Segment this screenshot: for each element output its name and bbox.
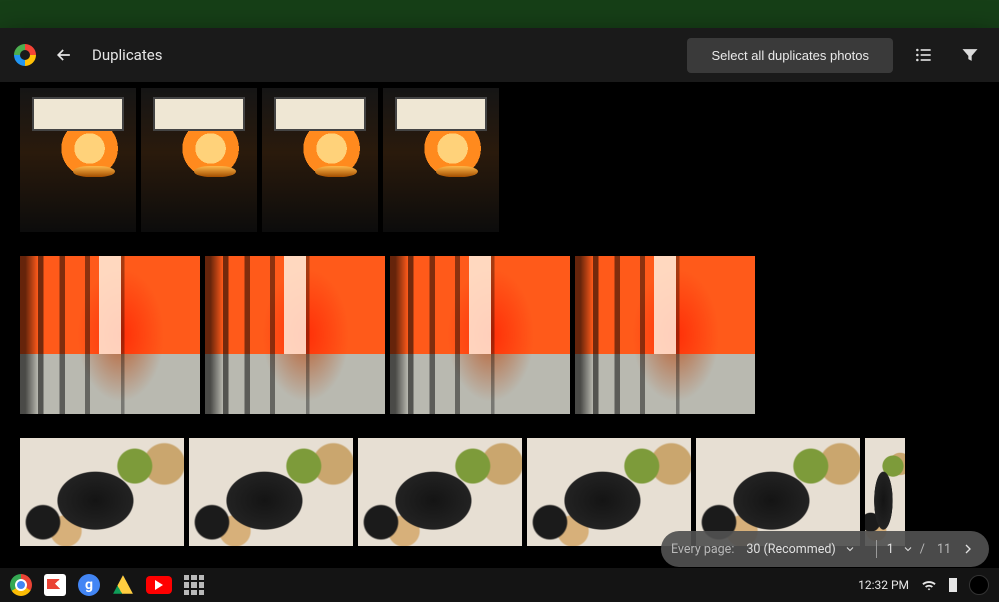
duplicate-group (20, 438, 979, 546)
duplicate-group (20, 256, 979, 414)
photo-thumbnail[interactable] (20, 438, 184, 546)
chevron-down-icon (844, 543, 856, 555)
arrow-left-icon (54, 45, 74, 65)
drive-app-icon[interactable] (112, 574, 134, 596)
total-pages: 11 (937, 542, 951, 557)
photo-thumbnail[interactable] (20, 256, 200, 414)
page-size-value: 30 (Recommed) (746, 542, 835, 557)
select-all-duplicates-button[interactable]: Select all duplicates photos (687, 38, 893, 73)
photo-thumbnail[interactable] (20, 88, 136, 232)
battery-icon[interactable] (949, 578, 957, 592)
photo-thumbnail[interactable] (205, 256, 385, 414)
photo-thumbnail[interactable] (390, 256, 570, 414)
gmail-app-icon[interactable] (44, 574, 66, 596)
youtube-app-icon[interactable] (146, 576, 172, 594)
list-icon (914, 45, 934, 65)
filter-icon (960, 45, 980, 65)
photo-thumbnail[interactable] (189, 438, 353, 546)
page-separator: / (920, 542, 925, 557)
top-bar: Duplicates Select all duplicates photos (0, 28, 999, 82)
chevron-down-icon (902, 543, 914, 555)
app-launcher-icon[interactable] (184, 575, 204, 595)
filter-button[interactable] (955, 40, 985, 70)
wifi-icon[interactable] (921, 577, 937, 593)
user-avatar[interactable] (969, 575, 989, 595)
page-title: Duplicates (92, 46, 687, 64)
list-view-button[interactable] (909, 40, 939, 70)
app-window: Duplicates Select all duplicates photos (0, 28, 999, 572)
duplicate-group (20, 88, 979, 232)
photo-thumbnail[interactable] (383, 88, 499, 232)
photo-thumbnail[interactable] (865, 438, 905, 546)
chevron-right-icon (960, 541, 976, 557)
current-page-select[interactable]: 1 (887, 542, 914, 557)
os-taskbar: g 12:32 PM (0, 568, 999, 602)
photo-thumbnail[interactable] (262, 88, 378, 232)
google-app-icon[interactable]: g (78, 574, 100, 596)
clock[interactable]: 12:32 PM (858, 578, 909, 592)
photo-thumbnail[interactable] (141, 88, 257, 232)
pagination-bar: Every page: 30 (Recommed) 1 / 11 (661, 531, 989, 567)
current-page-value: 1 (887, 542, 894, 557)
app-logo-icon (14, 44, 36, 66)
photo-thumbnail[interactable] (696, 438, 860, 546)
photo-thumbnail[interactable] (358, 438, 522, 546)
photo-thumbnail[interactable] (575, 256, 755, 414)
page-size-select[interactable]: 30 (Recommed) (746, 542, 855, 557)
back-button[interactable] (50, 41, 78, 69)
duplicates-grid: Every page: 30 (Recommed) 1 / 11 (0, 82, 999, 572)
divider (876, 540, 877, 558)
page-size-label: Every page: (671, 542, 734, 557)
photo-thumbnail[interactable] (527, 438, 691, 546)
chrome-app-icon[interactable] (10, 574, 32, 596)
system-tray: 12:32 PM (858, 575, 989, 595)
next-page-button[interactable] (957, 538, 979, 560)
